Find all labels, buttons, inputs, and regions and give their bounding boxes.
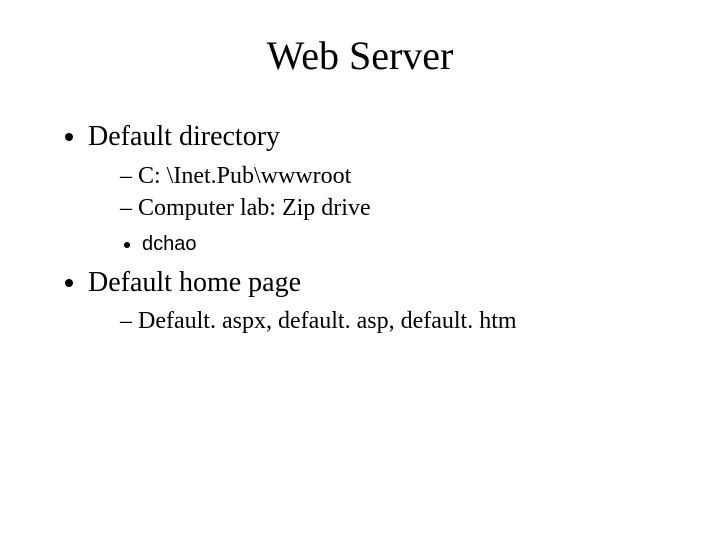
bullet-label: Default directory [88,121,280,152]
sub-item-text: C: \Inet.Pub\wwwroot [138,160,351,192]
slide-body: Default directory – C: \Inet.Pub\wwwroot… [60,118,680,344]
slide-title: Web Server [0,32,720,79]
dash-icon: – [120,160,138,192]
sub-item-text: Computer lab: Zip drive [138,192,371,224]
sub-item-text: Default. aspx, default. asp, default. ht… [138,305,517,337]
slide: Web Server Default directory – C: \Inet.… [0,0,720,540]
sub-sub-list: dchao [88,231,680,258]
sub-item-path: – C: \Inet.Pub\wwwroot [120,160,680,192]
sub-item-lab: – Computer lab: Zip drive [120,192,680,224]
bullet-label: Default home page [88,267,301,298]
sub-sub-item-text: dchao [142,233,197,255]
sub-list: – C: \Inet.Pub\wwwroot – Computer lab: Z… [88,160,680,225]
dash-icon: – [120,305,138,337]
bullet-default-directory: Default directory – C: \Inet.Pub\wwwroot… [88,118,680,258]
sub-sub-item-dchao: dchao [142,231,680,258]
sub-list: – Default. aspx, default. asp, default. … [88,305,680,337]
bullet-list: Default directory – C: \Inet.Pub\wwwroot… [60,118,680,338]
dash-icon: – [120,192,138,224]
bullet-default-home-page: Default home page – Default. aspx, defau… [88,264,680,338]
sub-item-defaults: – Default. aspx, default. asp, default. … [120,305,680,337]
